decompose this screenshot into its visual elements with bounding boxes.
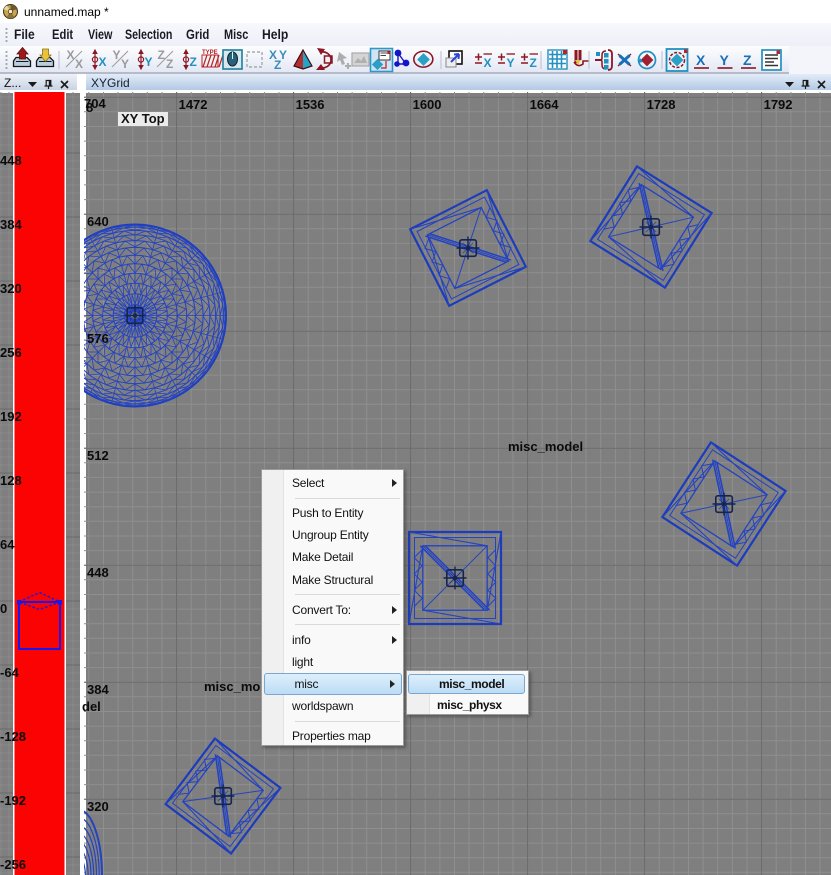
svg-text:X: X [75,57,83,71]
svg-text:Z: Z [743,52,752,68]
svg-text:Y: Y [507,56,515,70]
svg-text:Z: Z [190,55,197,69]
svg-text:Y: Y [121,57,129,71]
svg-text:X: X [99,55,107,69]
svg-text:Z: Z [530,56,537,70]
svg-text:TYPE: TYPE [202,50,218,56]
svg-text:Z: Z [166,57,173,71]
svg-text:X: X [696,52,706,68]
svg-text:X: X [484,56,492,70]
svg-text:Y: Y [145,55,153,69]
svg-text:Z: Z [274,58,281,72]
svg-text:Y: Y [720,52,730,68]
